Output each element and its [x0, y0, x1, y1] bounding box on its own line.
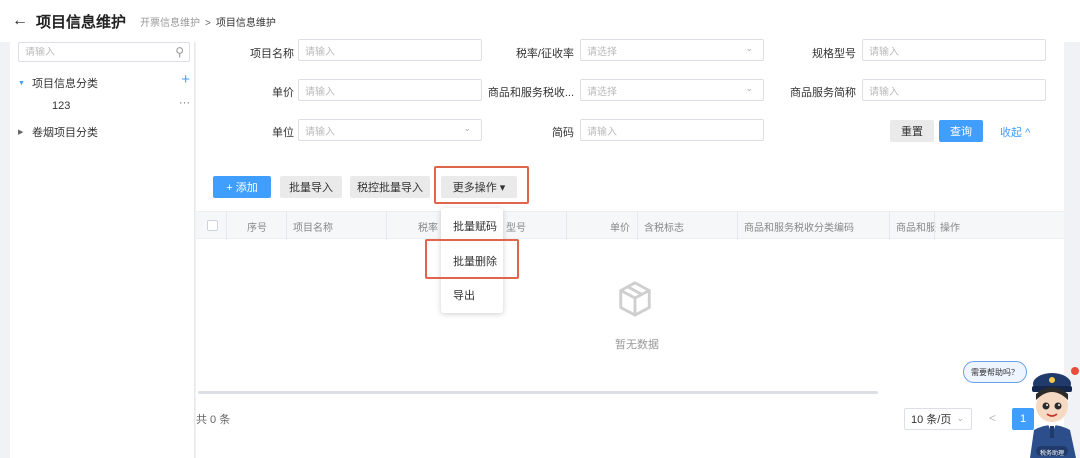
empty-state-text: 暂无数据 [615, 339, 659, 351]
breadcrumb-item-current: 项目信息维护 [215, 17, 276, 29]
highlight-batch-delete [425, 239, 519, 279]
top-bar: ← 项目信息维护 开票信息维护 > 项目信息维护 [0, 0, 1080, 42]
table-header: 序号 项目名称 税率 型号 单价 含税标志 商品和服务税收分类编码 商品和服 操… [196, 211, 1064, 240]
goods-short-name-input[interactable]: 请输入 [862, 79, 1046, 101]
query-button[interactable]: 查询 [939, 120, 983, 142]
column-header: 商品和服 [896, 223, 936, 234]
add-button[interactable]: + 添加 [213, 176, 271, 198]
tree-node-label: 卷烟项目分类 [32, 127, 98, 139]
chevron-down-icon: ⌄ [463, 123, 471, 133]
mascot-caption: 税务助理 [1040, 451, 1065, 457]
search-icon[interactable]: ⚲ [175, 45, 184, 59]
sidebar-search-input[interactable] [25, 46, 165, 58]
main-panel: 项目名称 请输入 税率/征收率 请选择 ⌄ 规格型号 请输入 单价 请输入 商品和… [196, 39, 1064, 458]
add-category-icon[interactable]: + [181, 71, 190, 88]
tree-node-123[interactable]: 123 ··· [50, 97, 190, 115]
label-spec-model: 规格型号 [812, 48, 856, 60]
batch-import-button[interactable]: 批量导入 [280, 176, 342, 198]
tree-node-label: 项目信息分类 [32, 78, 98, 90]
column-divider [386, 212, 387, 240]
page-title: 项目信息维护 [36, 13, 127, 31]
label-short-code: 简码 [552, 127, 574, 139]
column-header: 序号 [247, 223, 267, 234]
column-header: 项目名称 [293, 223, 333, 234]
column-divider [889, 212, 890, 240]
spec-model-input[interactable]: 请输入 [862, 39, 1046, 61]
help-bubble[interactable]: 需要帮助吗？ [963, 361, 1027, 383]
project-name-input[interactable]: 请输入 [298, 39, 482, 61]
tree-node-cigarette-category[interactable]: ▶ 卷烟项目分类 [18, 124, 190, 140]
column-header: 型号 [506, 223, 526, 234]
chevron-down-icon: ⌄ [956, 413, 964, 423]
horizontal-scrollbar[interactable] [198, 391, 878, 394]
highlight-more-actions [434, 166, 529, 204]
menu-item-batch-coding[interactable]: 批量赋码 [453, 218, 497, 234]
tax-class-code-select[interactable]: 请选择 ⌄ [580, 79, 764, 101]
breadcrumb-item-parent[interactable]: 开票信息维护 [140, 18, 200, 29]
sidebar-search[interactable]: ⚲ [18, 42, 190, 62]
column-divider [637, 212, 638, 240]
short-code-input[interactable]: 请输入 [580, 119, 764, 141]
unit-price-input[interactable]: 请输入 [298, 79, 482, 101]
breadcrumb: 开票信息维护 > 项目信息维护 [140, 14, 276, 29]
caret-down-icon[interactable]: ▼ [18, 80, 32, 87]
tree-node-label: 123 [52, 100, 71, 112]
column-divider [737, 212, 738, 240]
column-divider [566, 212, 567, 240]
label-tax-rate: 税率/征收率 [515, 48, 574, 60]
chevron-down-icon: ⌄ [745, 43, 753, 53]
label-unit-price: 单价 [272, 87, 294, 99]
assistant-mascot-icon[interactable] [1022, 362, 1080, 458]
label-goods-short-name: 商品服务简称 [790, 87, 856, 99]
more-actions-icon[interactable]: ··· [179, 97, 190, 109]
chevron-down-icon: ⌄ [745, 83, 753, 93]
label-unit: 单位 [272, 127, 294, 139]
column-header: 税率 [418, 223, 438, 234]
column-header: 商品和服务税收分类编码 [744, 223, 854, 234]
prev-page-icon[interactable]: < [989, 411, 996, 425]
tree-node-project-category[interactable]: ▼ 项目信息分类 + [18, 71, 190, 91]
select-all-checkbox[interactable] [207, 220, 218, 231]
collapse-link[interactable]: 收起 ^ [1000, 124, 1030, 140]
tax-rate-select[interactable]: 请选择 ⌄ [580, 39, 764, 61]
column-divider [286, 212, 287, 240]
column-header: 单价 [610, 223, 630, 234]
page-size-select[interactable]: 10 条/页 ⌄ [904, 408, 972, 430]
breadcrumb-separator: > [205, 17, 211, 29]
empty-box-icon [619, 281, 651, 317]
chevron-up-icon: ^ [1025, 127, 1031, 139]
column-header: 操作 [940, 223, 960, 234]
unit-select[interactable]: 请输入 ⌄ [298, 119, 482, 141]
column-header: 含税标志 [644, 223, 684, 234]
reset-button[interactable]: 重置 [890, 120, 934, 142]
column-divider [226, 212, 227, 240]
category-sidebar: ⚲ ▼ 项目信息分类 + 123 ··· ▶ 卷烟项目分类 [10, 42, 195, 458]
caret-right-icon[interactable]: ▶ [18, 128, 32, 136]
label-project-name: 项目名称 [250, 48, 294, 60]
total-count: 共 0 条 [196, 414, 231, 426]
menu-item-export[interactable]: 导出 [453, 287, 475, 303]
column-divider [934, 212, 935, 240]
label-tax-class-code: 商品和服务税收... [487, 87, 574, 99]
arrow-left-icon[interactable]: ← [12, 12, 28, 30]
tax-batch-import-button[interactable]: 税控批量导入 [350, 176, 430, 198]
